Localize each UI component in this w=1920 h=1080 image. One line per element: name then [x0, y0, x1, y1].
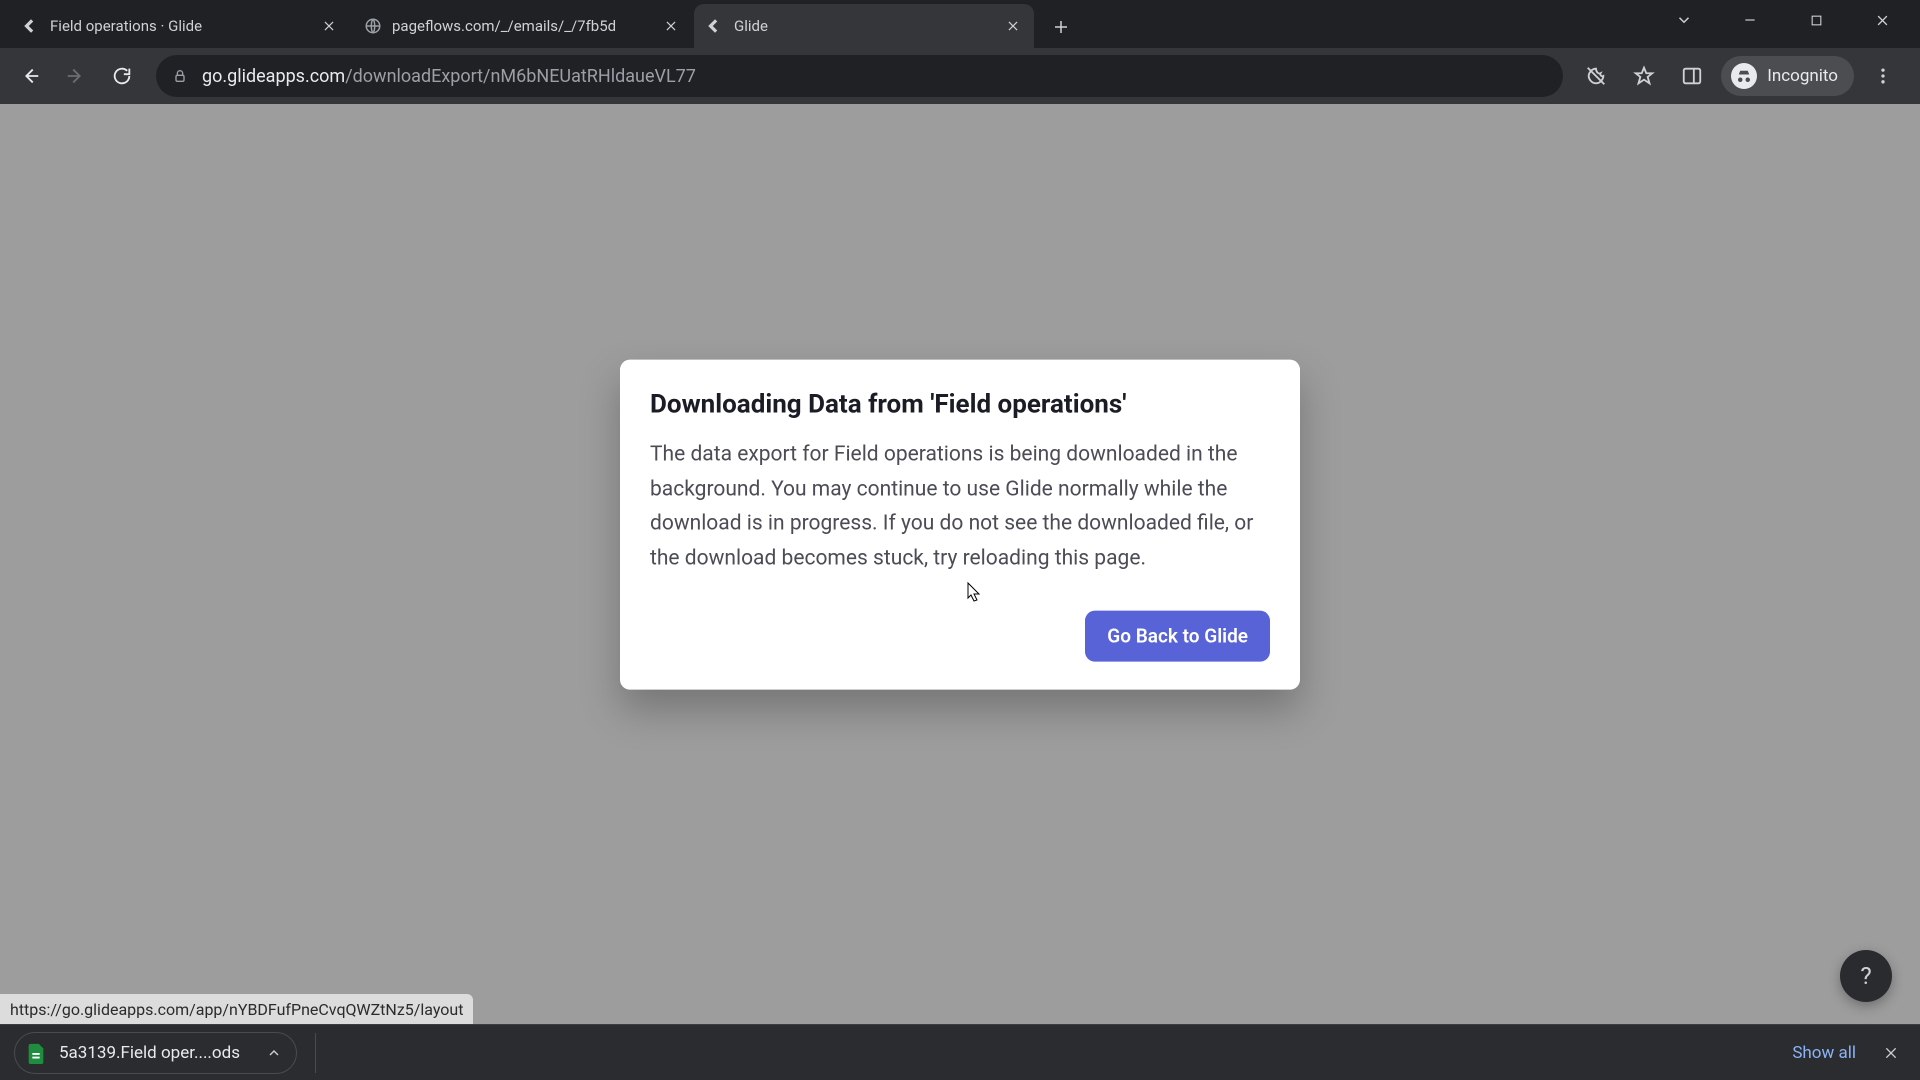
maximize-button[interactable]	[1798, 5, 1834, 35]
spreadsheet-file-icon	[25, 1042, 47, 1064]
close-icon[interactable]	[662, 17, 680, 35]
download-item[interactable]: 5a3139.Field oper....ods	[14, 1032, 297, 1074]
page-viewport: Downloading Data from 'Field operations'…	[0, 104, 1920, 1024]
browser-tab-0[interactable]: Field operations · Glide	[10, 4, 350, 48]
incognito-label: Incognito	[1767, 66, 1838, 86]
dialog-title: Downloading Data from 'Field operations'	[650, 390, 1270, 420]
link-status-bar: https://go.glideapps.com/app/nYBDFufPneC…	[0, 994, 473, 1024]
minimize-button[interactable]	[1732, 5, 1768, 35]
close-window-button[interactable]	[1864, 5, 1900, 35]
help-icon: ?	[1860, 962, 1871, 990]
go-back-button[interactable]: Go Back to Glide	[1085, 610, 1270, 661]
incognito-icon	[1731, 63, 1757, 89]
back-button[interactable]	[10, 56, 50, 96]
window-controls	[1646, 0, 1920, 40]
download-filename: 5a3139.Field oper....ods	[59, 1043, 240, 1063]
browser-toolbar: go.glideapps.com/downloadExport/nM6bNEUa…	[0, 48, 1920, 104]
tab-search-button[interactable]	[1666, 5, 1702, 35]
divider	[315, 1033, 316, 1073]
reload-button[interactable]	[102, 56, 142, 96]
status-url: https://go.glideapps.com/app/nYBDFufPneC…	[10, 1000, 463, 1019]
close-icon[interactable]	[1004, 17, 1022, 35]
close-icon[interactable]	[320, 17, 338, 35]
tab-title: Glide	[734, 17, 996, 35]
bookmark-icon[interactable]	[1625, 57, 1663, 95]
show-all-downloads[interactable]: Show all	[1792, 1043, 1856, 1063]
download-dialog: Downloading Data from 'Field operations'…	[620, 360, 1300, 690]
lock-icon[interactable]	[172, 68, 188, 84]
globe-icon	[364, 17, 382, 35]
dialog-body: The data export for Field operations is …	[650, 438, 1270, 577]
url-path: /downloadExport/nM6bNEUatRHldaueVL77	[345, 66, 696, 87]
forward-button[interactable]	[56, 56, 96, 96]
address-bar[interactable]: go.glideapps.com/downloadExport/nM6bNEUa…	[156, 55, 1563, 97]
downloads-shelf: 5a3139.Field oper....ods Show all	[0, 1024, 1920, 1080]
glide-icon	[22, 17, 40, 35]
third-party-cookies-icon[interactable]	[1577, 57, 1615, 95]
chevron-up-icon[interactable]	[266, 1045, 282, 1061]
close-shelf-button[interactable]	[1876, 1038, 1906, 1068]
new-tab-button[interactable]	[1044, 10, 1078, 44]
browser-tab-1[interactable]: pageflows.com/_/emails/_/7fb5d	[352, 4, 692, 48]
browser-tab-2[interactable]: Glide	[694, 4, 1034, 48]
glide-icon	[706, 17, 724, 35]
menu-icon[interactable]	[1864, 57, 1902, 95]
tab-title: pageflows.com/_/emails/_/7fb5d	[392, 17, 654, 35]
url-text: go.glideapps.com/downloadExport/nM6bNEUa…	[202, 66, 696, 87]
url-host: go.glideapps.com	[202, 66, 345, 87]
incognito-badge[interactable]: Incognito	[1721, 56, 1854, 96]
tab-title: Field operations · Glide	[50, 17, 312, 35]
help-button[interactable]: ?	[1840, 950, 1892, 1002]
browser-tabstrip: Field operations · Glide pageflows.com/_…	[0, 0, 1920, 48]
side-panel-icon[interactable]	[1673, 57, 1711, 95]
